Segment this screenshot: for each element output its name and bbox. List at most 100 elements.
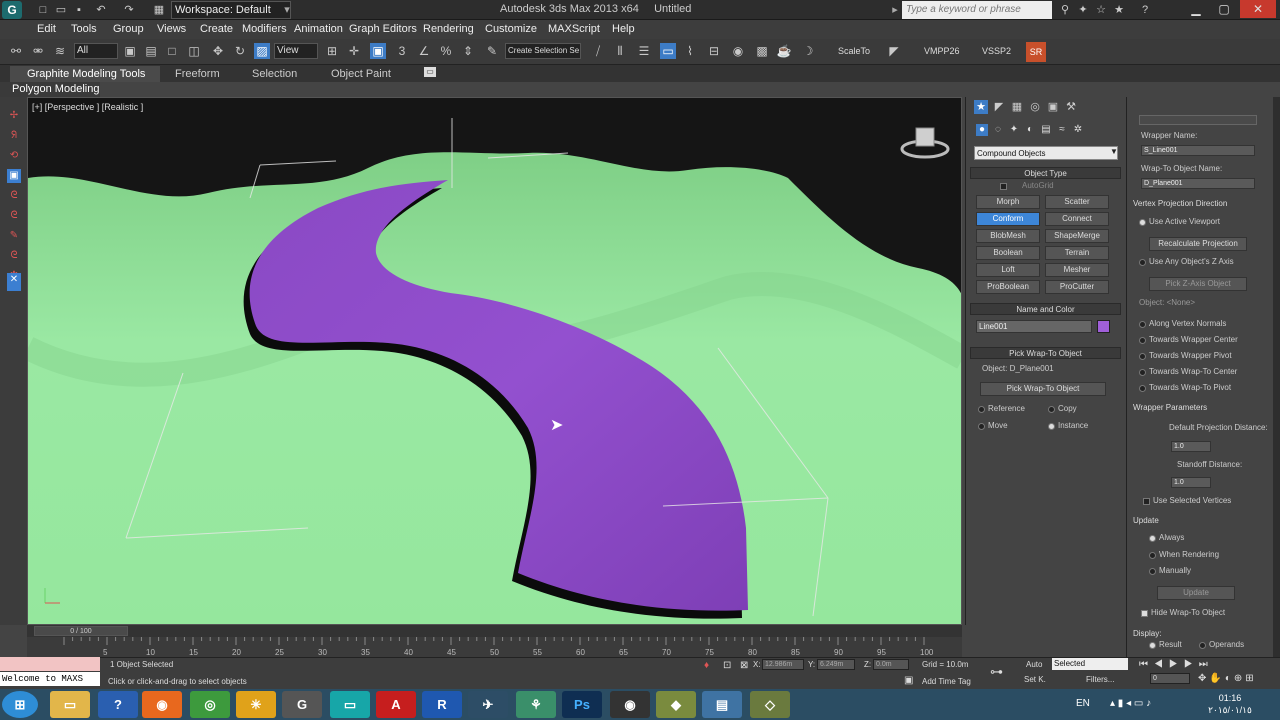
mesher-button[interactable]: Mesher [1045,263,1109,277]
favorites-icon[interactable]: ★ [1112,3,1126,17]
snaps-toggle-icon[interactable]: 3 [394,43,410,59]
viewport-nav-controls[interactable]: ✥✋◐⊕⊞ [1198,673,1257,684]
menu-create[interactable]: Create [200,23,233,35]
plane-app-icon[interactable]: ✈ [468,691,508,718]
chevron-down-icon[interactable]: ▾ [280,3,294,17]
result-radio[interactable] [1149,642,1156,649]
menu-animation[interactable]: Animation [294,23,343,35]
menu-modifiers[interactable]: Modifiers [242,23,287,35]
chrome-icon[interactable]: ◎ [190,691,230,718]
utility-app-icon[interactable]: ◇ [750,691,790,718]
menu-edit[interactable]: Edit [37,23,56,35]
chevron-down-icon[interactable]: ▼ [1110,147,1118,156]
create-tab-icon[interactable]: ★ [974,100,988,114]
manually-radio[interactable] [1149,568,1156,575]
firefox-icon[interactable]: ◉ [142,691,182,718]
angle-snap-icon[interactable]: ∠ [416,43,432,59]
keyboard-shortcut-override-icon[interactable]: ▣ [370,43,386,59]
sr-button[interactable]: SR [1026,42,1046,62]
map-app-icon[interactable]: ◆ [656,691,696,718]
language-indicator[interactable]: EN [1076,698,1090,709]
hide-wrapto-checkbox[interactable] [1141,610,1148,617]
align-icon[interactable]: ⫴ [612,43,628,59]
new-file-icon[interactable]: □ [36,3,50,17]
layer-manager-icon[interactable]: ☰ [636,43,652,59]
object-color-swatch[interactable] [1097,320,1110,333]
select-tool-icon[interactable]: ▣ [7,169,21,183]
vssp2-button[interactable]: VSSP2 [982,46,1011,56]
isolate-icon[interactable]: ⊡ [723,660,731,671]
time-slider-track[interactable] [27,625,962,637]
tab-object-paint[interactable]: Object Paint [331,68,391,80]
system-clock[interactable]: 01:16 ٢٠١٥/٠١/١٥ [1200,692,1260,716]
pick-z-axis-button[interactable]: Pick Z-Axis Object [1149,277,1247,291]
utilities-tab-icon[interactable]: ⚒ [1064,100,1078,114]
hands-app-icon[interactable]: ⚘ [516,691,556,718]
help-app-icon[interactable]: ? [98,691,138,718]
towards-wrapper-center-radio[interactable] [1139,337,1146,344]
boolean-button[interactable]: Boolean [976,246,1040,260]
menu-help[interactable]: Help [612,23,635,35]
modify-tab-icon[interactable]: ◤ [992,100,1006,114]
key-filters-button[interactable]: Filters... [1086,675,1114,684]
terrain-button[interactable]: Terrain [1045,246,1109,260]
explorer-icon[interactable]: ▭ [50,691,90,718]
material-editor-icon[interactable]: ◉ [730,43,746,59]
search-input[interactable]: Type a keyword or phrase [902,1,1052,19]
project-folder-icon[interactable]: ▦ [152,3,166,17]
z-coordinate-field[interactable]: 0.0m [873,659,909,670]
reference-coordinate-select[interactable]: View [274,43,318,59]
along-vertex-radio[interactable] [1139,321,1146,328]
towards-wrapto-center-radio[interactable] [1139,369,1146,376]
viewcube-icon[interactable] [900,124,950,165]
search-icon[interactable]: ⚲ [1058,3,1072,17]
object-type-rollout[interactable]: Object Type [970,167,1121,179]
menu-tools[interactable]: Tools [71,23,97,35]
camera-app-icon[interactable]: ◉ [610,691,650,718]
pivot-center-icon[interactable]: ⊞ [324,43,340,59]
when-rendering-radio[interactable] [1149,552,1156,559]
tab-graphite-modeling-tools[interactable]: Graphite Modeling Tools [10,66,160,82]
redo-icon[interactable]: ↷ [122,3,136,17]
towards-wrapto-pivot-radio[interactable] [1139,385,1146,392]
percent-snap-icon[interactable]: % [438,43,454,59]
panel-scrollbar[interactable] [1273,97,1280,657]
undo-icon[interactable]: ↶ [94,3,108,17]
default-projection-spinner[interactable]: 1.0 [1171,441,1211,452]
rendered-frame-icon[interactable]: ☕ [776,43,792,59]
menu-graph-editors[interactable]: Graph Editors [349,23,417,35]
select-by-name-icon[interactable]: ▤ [143,43,159,59]
axis-tool-icon[interactable]: ✕ [7,273,21,291]
track-bar[interactable]: 5 10 15 20 25 30 35 40 45 50 55 60 65 70 75 80 85 90 95 100 [27,637,962,657]
autocad-icon[interactable]: A [376,691,416,718]
use-any-z-radio[interactable] [1139,259,1146,266]
x-coordinate-field[interactable]: 12.986m [762,659,804,670]
spinner-snap-icon[interactable]: ⇕ [460,43,476,59]
grow-tool-icon[interactable]: ᘓ [7,249,21,263]
hierarchy-tab-icon[interactable]: ▦ [1010,100,1024,114]
max-file-icon[interactable]: ▭ [330,691,370,718]
pick-wrap-rollout[interactable]: Pick Wrap-To Object [970,347,1121,359]
category-select[interactable]: Compound Objects [974,146,1118,160]
shapemerge-button[interactable]: ShapeMerge [1045,229,1109,243]
select-object-icon[interactable]: ▣ [122,43,138,59]
tray-icons[interactable]: ▴ ▮ ◂ ▭ ♪ [1110,698,1151,709]
y-coordinate-field[interactable]: 6.249m [817,659,855,670]
connect-button[interactable]: Connect [1045,212,1109,226]
open-file-icon[interactable]: ▭ [54,3,68,17]
communication-icon[interactable]: ☆ [1094,3,1108,17]
3dsmax-logo-icon[interactable]: G [2,1,22,19]
menu-group[interactable]: Group [113,23,144,35]
close-icon[interactable]: ✕ [1240,0,1276,18]
lights-icon[interactable]: ✦ [1008,124,1020,136]
link-icon[interactable]: ⚯ [8,43,24,59]
top-field[interactable] [1139,115,1257,125]
towards-wrapper-pivot-radio[interactable] [1139,353,1146,360]
use-selected-vertices-checkbox[interactable] [1143,498,1150,505]
instance-radio[interactable] [1048,423,1055,430]
bind-spacewarp-icon[interactable]: ≋ [52,43,68,59]
curve-editor-icon[interactable]: ⌇ [682,43,698,59]
blobmesh-button[interactable]: BlobMesh [976,229,1040,243]
help-icon[interactable]: ? [1138,3,1152,17]
vmpp26-button[interactable]: VMPP26 [924,46,960,56]
